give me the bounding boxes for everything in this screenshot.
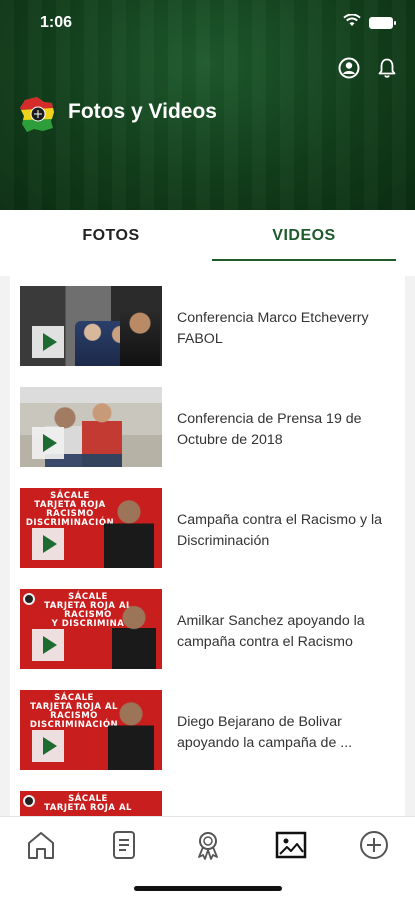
account-button[interactable] — [337, 56, 361, 80]
gallery-image-icon — [275, 831, 307, 859]
video-list-item[interactable]: SÁCALE TARJETA ROJA AL — [10, 781, 405, 816]
user-circle-icon — [338, 57, 360, 79]
play-icon — [32, 730, 64, 762]
video-thumbnail — [20, 387, 162, 467]
plus-circle-icon — [360, 831, 388, 859]
video-thumbnail: SÁCALE TARJETA ROJA RACISMO DISCRIMINACI… — [20, 488, 162, 568]
thumbnail-person — [112, 603, 156, 669]
thumbnail-person — [108, 698, 154, 770]
media-tabs: FOTOS VIDEOS — [0, 210, 415, 266]
notifications-button[interactable] — [375, 56, 399, 80]
video-title: Conferencia Marco Etcheverry FABOL — [177, 310, 369, 347]
bell-icon — [378, 58, 396, 78]
battery-icon — [369, 17, 396, 29]
news-document-icon — [113, 831, 135, 859]
video-list-content: Conferencia Marco Etcheverry FABOL Confe… — [10, 276, 405, 816]
status-bar: 1:06 — [0, 0, 415, 44]
thumbnail-banner-text: SÁCALE TARJETA ROJA AL — [44, 794, 132, 813]
video-thumbnail: SÁCALE TARJETA ROJA AL RACISMO DISCRIMIN… — [20, 690, 162, 770]
nav-news[interactable] — [104, 825, 144, 865]
home-indicator — [134, 886, 282, 891]
header: 1:06 Fotos y Videos — [0, 0, 415, 210]
tab-videos[interactable]: VIDEOS — [212, 210, 396, 262]
video-list-item[interactable]: SÁCALE TARJETA ROJA RACISMO DISCRIMINACI… — [10, 478, 405, 578]
thumbnail-person — [120, 311, 160, 366]
video-title: Diego Bejarano de Bolivar apoyando la ca… — [177, 714, 353, 751]
nav-home[interactable] — [21, 825, 61, 865]
play-icon — [32, 528, 64, 560]
page-title: Fotos y Videos — [68, 100, 217, 123]
nav-awards[interactable] — [188, 825, 228, 865]
tab-fotos[interactable]: FOTOS — [20, 210, 202, 262]
status-icons — [343, 13, 396, 32]
play-icon — [32, 427, 64, 459]
nav-gallery[interactable] — [271, 825, 311, 865]
video-list-item[interactable]: SÁCALE TARJETA ROJA AL RACISMO DISCRIMIN… — [10, 680, 405, 780]
nav-add[interactable] — [354, 825, 394, 865]
video-title: Conferencia de Prensa 19 de Octubre de 2… — [177, 411, 362, 448]
video-title: Amilkar Sanchez apoyando la campaña cont… — [177, 613, 365, 650]
play-icon — [32, 629, 64, 661]
video-title: Campaña contra el Racismo y la Discrimin… — [177, 512, 383, 549]
club-badge-icon — [23, 593, 35, 605]
video-list-item[interactable]: SÁCALE TARJETA ROJA AL RACISMO Y DISCRIM… — [10, 579, 405, 679]
video-thumbnail: SÁCALE TARJETA ROJA AL RACISMO Y DISCRIM… — [20, 589, 162, 669]
header-actions — [337, 56, 399, 80]
video-thumbnail: SÁCALE TARJETA ROJA AL — [20, 791, 162, 816]
active-tab-indicator — [212, 259, 396, 261]
home-icon — [28, 832, 54, 859]
video-list-item[interactable]: Conferencia Marco Etcheverry FABOL — [10, 276, 405, 376]
status-time: 1:06 — [40, 14, 73, 31]
video-list-item[interactable]: Conferencia de Prensa 19 de Octubre de 2… — [10, 377, 405, 477]
play-icon — [32, 326, 64, 358]
thumbnail-person — [82, 401, 122, 467]
bolivia-map-logo — [17, 94, 57, 134]
video-list[interactable]: Conferencia Marco Etcheverry FABOL Confe… — [0, 276, 415, 816]
thumbnail-person — [104, 496, 154, 568]
award-ribbon-icon — [198, 832, 218, 860]
club-badge-icon — [23, 795, 35, 807]
wifi-icon — [343, 13, 361, 32]
video-thumbnail — [20, 286, 162, 366]
